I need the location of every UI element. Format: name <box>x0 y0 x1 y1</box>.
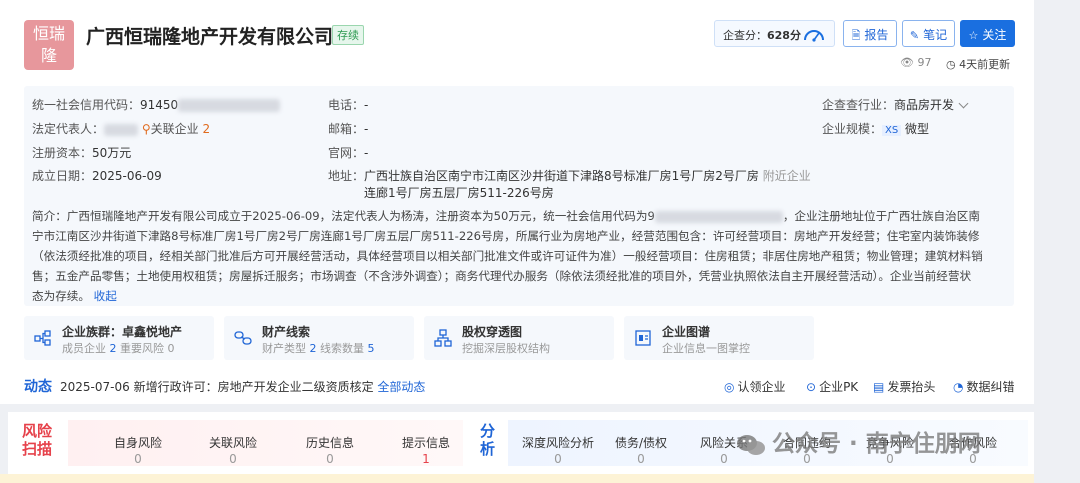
update-time: ◷ 4天前更新 <box>946 58 1011 71</box>
address-line-2: 连廊1号厂房五层厂房511-226号房 <box>364 186 554 200</box>
group-icon <box>34 330 51 346</box>
equity-tree-icon <box>434 329 452 347</box>
risk-item-history[interactable]: 历史信息 <box>290 434 370 451</box>
tile-property-clues[interactable]: 财产线索 财产类型 2 线索数量 5 <box>224 316 414 360</box>
chevron-down-icon[interactable] <box>958 98 969 109</box>
collapse-link[interactable]: 收起 <box>94 289 117 303</box>
credit-code-field: 统一社会信用代码：91450 <box>32 96 281 113</box>
analysis-item-deep-risk[interactable]: 深度风险分析 <box>518 434 598 451</box>
company-card: 恒瑞 隆 广西恒瑞隆地产开发有限公司 存续 企查分：628分 🗎 报告 ✎ 笔记 ☆… <box>0 0 1034 404</box>
gauge-icon <box>804 30 824 42</box>
clock-icon: ◷ <box>946 58 956 71</box>
report-button[interactable]: 🗎 报告 <box>843 20 897 47</box>
founded-field: 成立日期：2025-06-09 <box>32 169 162 183</box>
risk-item-self[interactable]: 自身风险 <box>98 434 178 451</box>
phone-field: 电话：- <box>328 98 369 112</box>
graph-icon <box>635 330 651 346</box>
company-name: 广西恒瑞隆地产开发有限公司 <box>86 26 334 48</box>
invoice-icon: ▤ <box>873 380 885 394</box>
website-field: 官网：- <box>328 146 369 160</box>
document-icon: 🗎 <box>851 29 861 42</box>
tile-equity-chart[interactable]: 股权穿透图 挖掘深层股权结构 <box>424 316 614 360</box>
analysis-tag: 分析 <box>480 422 496 458</box>
watermark: 公众号 · 南宁住朋网 <box>736 424 981 458</box>
address-field: 地址：广西壮族自治区南宁市江南区沙井街道下津路8号标准厂房1号厂房2号厂房 附近… <box>328 169 811 183</box>
all-dynamics-link[interactable]: 全部动态 <box>377 380 425 394</box>
email-field: 邮箱：- <box>328 122 369 136</box>
capital-field: 注册资本：50万元 <box>32 146 132 160</box>
eye-icon: 👁 <box>900 56 914 69</box>
status-badge: 存续 <box>332 25 364 45</box>
legal-rep-field: 法定代表人： ⚲关联企业 2 <box>32 122 211 136</box>
analysis-item-debt[interactable]: 债务/债权 <box>601 434 681 451</box>
invoice-title-button[interactable]: ▤ 发票抬头 <box>873 378 935 395</box>
dynamics-item[interactable]: 2025-07-06 新增行政许可：房地产开发企业二级资质核定 全部动态 <box>60 378 425 395</box>
score-box[interactable]: 企查分：628分 <box>714 20 835 47</box>
star-icon: ☆ <box>968 29 979 42</box>
user-icon: ◎ <box>724 380 735 394</box>
industry-field: 企查查行业：商品房开发 <box>822 96 969 113</box>
risk-item-hint[interactable]: 提示信息 <box>386 434 466 451</box>
bottom-strip <box>0 474 1034 483</box>
company-pk-button[interactable]: ⊙ 企业PK <box>806 378 858 395</box>
related-companies-link[interactable]: 关联企业 2 <box>151 122 210 136</box>
claim-company-button[interactable]: ◎ 认领企业 <box>724 378 786 395</box>
pen-icon: ✎ <box>909 29 920 42</box>
dynamics-title: 动态 <box>24 379 52 395</box>
correction-icon: ◔ <box>953 380 964 394</box>
follow-button[interactable]: ☆ 关注 <box>960 20 1015 47</box>
related-icon: ⚲ <box>141 122 151 136</box>
link-icon <box>234 331 252 345</box>
scale-field: 企业规模： XS 微型 <box>822 122 930 136</box>
company-description: 简介：广西恒瑞隆地产开发有限公司成立于2025-06-09，法定代表人为杨涛，注… <box>32 209 983 303</box>
notes-button[interactable]: ✎ 笔记 <box>902 20 955 47</box>
company-logo: 恒瑞 隆 <box>24 20 74 70</box>
data-correction-button[interactable]: ◔ 数据纠错 <box>953 378 1015 395</box>
risk-strip: 自身风险 0 关联风险 0 历史信息 0 提示信息 1 <box>68 420 463 466</box>
tile-enterprise-graph[interactable]: 企业图谱 企业信息一图掌控 <box>624 316 814 360</box>
nearby-companies-link[interactable]: 附近企业 <box>763 169 811 183</box>
risk-scan-tag: 风险 扫描 <box>22 422 53 458</box>
wechat-icon <box>737 434 765 455</box>
risk-item-related[interactable]: 关联风险 <box>193 434 273 451</box>
pk-icon: ⊙ <box>806 380 817 394</box>
view-count: 👁 97 <box>900 56 932 69</box>
tile-enterprise-group[interactable]: 企业族群：卓鑫悦地产 成员企业 2 重要风险 0 <box>24 316 214 360</box>
